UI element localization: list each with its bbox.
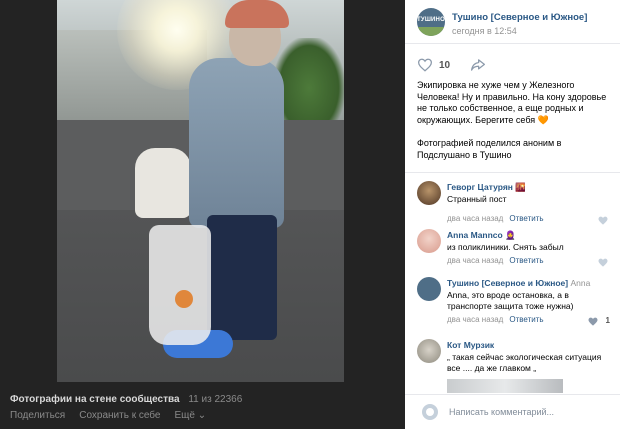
commenter-avatar[interactable] (417, 277, 441, 301)
comment-author-name: Геворг Цатурян (447, 182, 513, 192)
post-panel: ТУШИНО Тушино [Северное и Южное] сегодня… (405, 0, 620, 429)
comment-time[interactable]: два часа назад (447, 214, 503, 223)
photo-cap (225, 0, 289, 28)
comment-like-icon[interactable] (588, 317, 598, 326)
comment-attached-image[interactable] (447, 379, 563, 393)
photo-album-title[interactable]: Фотографии на стене сообщества 11 из 223… (10, 394, 400, 405)
comments-list: Геворг Цатурян 🌇 Странный пост два часа … (405, 172, 620, 394)
camera-icon[interactable] (422, 404, 438, 420)
commenter-avatar[interactable] (417, 181, 441, 205)
comment-text: Странный пост (447, 194, 507, 204)
group-avatar[interactable]: ТУШИНО (417, 8, 445, 36)
photo-plastic-bag (149, 225, 211, 345)
photo-background-person (135, 148, 191, 218)
orange-heart-emoji: 🧡 (537, 114, 549, 125)
post-text: Экипировка не хуже чем у Железного Челов… (417, 80, 613, 126)
comment-author-name: Тушино [Северное и Южное] (447, 278, 569, 288)
share-arrow-icon[interactable] (470, 58, 486, 72)
reply-button[interactable]: Ответить (509, 256, 543, 265)
comment-composer (405, 394, 620, 429)
photo[interactable] (57, 0, 344, 382)
comment-input[interactable] (449, 404, 609, 420)
comment-like-count: 1 (605, 316, 610, 325)
photo-album-title-text: Фотографии на стене сообщества (10, 394, 180, 405)
comment-text: из поликлиники. Снять забыл (447, 242, 564, 252)
photo-actions: Поделиться Сохранить к себе Ещё ⌄ (10, 410, 400, 421)
comment-text: „ такая сейчас экологическая ситуация вс… (447, 352, 602, 373)
commenter-avatar[interactable] (417, 229, 441, 253)
comment-meta: два часа назад Ответить (447, 214, 544, 223)
comment-author-emoji: 🌇 (515, 182, 526, 192)
photo-counter: 11 из 22366 (188, 394, 243, 405)
commenter-avatar[interactable] (417, 339, 441, 363)
comment-meta: два часа назад Ответить (447, 315, 544, 324)
comment-meta: два часа назад Ответить (447, 256, 544, 265)
photo-man-body (189, 58, 284, 228)
share-button[interactable]: Поделиться (10, 410, 65, 421)
post-source-text: Фотографией поделился аноним в Подслушан… (417, 138, 562, 160)
post-header: ТУШИНО Тушино [Северное и Южное] сегодня… (405, 0, 620, 44)
photo-viewer: Фотографии на стене сообщества 11 из 223… (0, 0, 405, 429)
reply-button[interactable]: Ответить (509, 315, 543, 324)
comment-author[interactable]: Anna Mannco 🧕 (447, 230, 516, 241)
reply-button[interactable]: Ответить (509, 214, 543, 223)
comment-time[interactable]: два часа назад (447, 256, 503, 265)
group-avatar-grass (417, 27, 445, 36)
comment-author[interactable]: Кот Мурзик (447, 340, 494, 350)
comment-text: Anna, это вроде остановка, а в транспорт… (447, 290, 574, 311)
save-button[interactable]: Сохранить к себе (79, 410, 160, 421)
comment-author-name: Кот Мурзик (447, 340, 495, 350)
post-time[interactable]: сегодня в 12:54 (452, 26, 517, 36)
post-reactions: 10 (417, 56, 486, 74)
post-text-body: Экипировка не хуже чем у Железного Челов… (417, 80, 607, 125)
group-name-link[interactable]: Тушино [Северное и Южное] (452, 12, 587, 23)
comment-reply-target: Anna (568, 278, 591, 288)
like-count: 10 (439, 59, 451, 71)
photo-man-legs (207, 215, 277, 340)
comment-author[interactable]: Тушино [Северное и Южное] Anna (447, 278, 590, 288)
like-heart-icon[interactable] (417, 58, 433, 72)
comment-like-icon[interactable] (598, 216, 608, 225)
comment-author[interactable]: Геворг Цатурян 🌇 (447, 182, 526, 193)
more-button[interactable]: Ещё ⌄ (174, 410, 206, 421)
photo-footer: Фотографии на стене сообщества 11 из 223… (10, 394, 400, 421)
comment-like-icon[interactable] (598, 258, 608, 267)
comment-author-emoji: 🧕 (505, 230, 516, 240)
comment-author-name: Anna Mannco (447, 230, 503, 240)
comment-time[interactable]: два часа назад (447, 315, 503, 324)
group-avatar-text: ТУШИНО (417, 17, 445, 23)
photo-bag-item (175, 290, 193, 308)
